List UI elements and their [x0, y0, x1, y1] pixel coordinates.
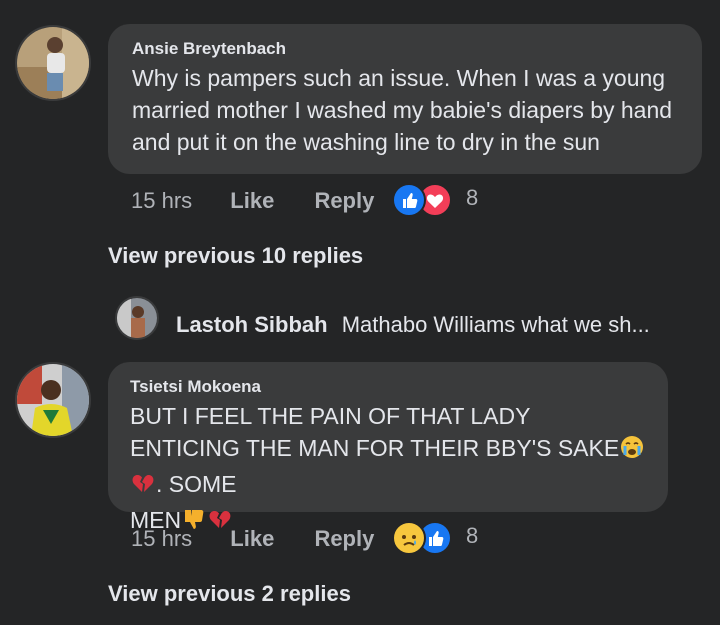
view-previous-replies-link[interactable]: View previous 2 replies [108, 581, 351, 607]
avatar-photo [17, 364, 89, 436]
like-icon [392, 183, 426, 217]
avatar-photo [117, 298, 157, 338]
broken-heart-emoji [130, 470, 156, 504]
comment-bubble-1: Ansie Breytenbach Why is pampers such an… [108, 24, 702, 174]
reaction-summary-1[interactable]: 8 [392, 183, 482, 219]
avatar-lastoh[interactable] [115, 296, 159, 340]
view-previous-replies-link[interactable]: View previous 10 replies [108, 243, 363, 269]
reaction-count: 8 [466, 523, 479, 548]
comment-timestamp[interactable]: 15 hrs [131, 526, 192, 551]
sad-icon [392, 521, 426, 555]
crying-face-emoji [619, 434, 645, 468]
comment-author[interactable]: Tsietsi Mokoena [130, 377, 646, 397]
reply-button[interactable]: Reply [314, 188, 374, 213]
reply-button[interactable]: Reply [314, 526, 374, 551]
reaction-count: 8 [466, 185, 479, 210]
reply-text: Mathabo Williams what we sh... [341, 312, 650, 337]
comment-author[interactable]: Ansie Breytenbach [132, 39, 678, 59]
comment-timestamp[interactable]: 15 hrs [131, 188, 192, 213]
avatar-photo [17, 27, 89, 99]
like-button[interactable]: Like [230, 526, 274, 551]
comment-text: Why is pampers such an issue. When I was… [132, 65, 673, 155]
comment-text: BUT I FEEL THE PAIN OF THAT LADY ENTICIN… [130, 400, 646, 540]
avatar-tsietsi[interactable] [15, 362, 91, 438]
comment-meta-1: 15 hrs Like Reply [131, 188, 374, 214]
comment-text-part2: . SOME [156, 471, 237, 497]
comment-meta-2: 15 hrs Like Reply [131, 526, 374, 552]
comment-text-part1: BUT I FEEL THE PAIN OF THAT LADY ENTICIN… [130, 403, 620, 461]
reaction-summary-2[interactable]: 8 [392, 521, 482, 557]
reply-author[interactable]: Lastoh Sibbah [176, 312, 328, 337]
reply-preview[interactable]: Lastoh Sibbah Mathabo Williams what we s… [176, 312, 650, 338]
like-button[interactable]: Like [230, 188, 274, 213]
comment-bubble-2: Tsietsi Mokoena BUT I FEEL THE PAIN OF T… [108, 362, 668, 533]
avatar-ansie[interactable] [15, 25, 91, 101]
